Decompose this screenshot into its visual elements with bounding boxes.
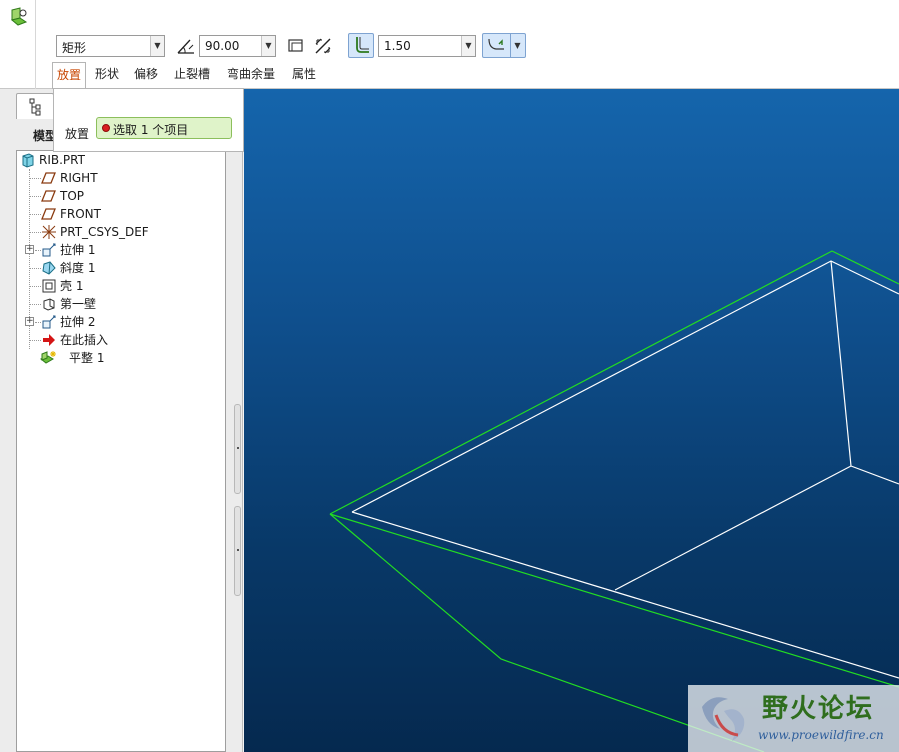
shell-icon	[42, 279, 56, 293]
tree-item-label: 拉伸 1	[60, 243, 96, 257]
tree-item-label: FRONT	[60, 207, 101, 221]
datum-plane-icon	[41, 208, 56, 220]
model-tree-icon	[29, 98, 41, 116]
tab-shape[interactable]: 形状	[91, 62, 123, 87]
chevron-down-icon[interactable]: ▼	[461, 36, 475, 56]
extrude-icon	[42, 315, 56, 329]
tree-item-draft-1[interactable]: 斜度 1	[17, 259, 225, 277]
tree-item-label: 在此插入	[60, 333, 109, 347]
radius-side-button[interactable]	[483, 34, 511, 57]
extrude-icon	[42, 243, 56, 257]
forum-watermark: 野火论坛 www.proewildfire.cn	[688, 685, 899, 752]
model-tree: RIB.PRT RIGHT TOP FRONT PRT_CSYS_DEF + 拉…	[16, 150, 226, 752]
feature-dashboard: 矩形 ▼ 90.00 ▼ 1.50 ▼ ▼ 放置 形状 偏移 止裂槽 弯曲余量 …	[0, 0, 899, 89]
tree-connector	[29, 304, 41, 305]
tree-connector	[29, 178, 41, 179]
bend-radius-side-dropdown[interactable]: ▼	[482, 33, 526, 58]
tree-item-top[interactable]: TOP	[17, 187, 225, 205]
expand-toggle-icon[interactable]: +	[25, 317, 34, 326]
model-tree-tab[interactable]	[16, 93, 54, 119]
tab-relief[interactable]: 止裂槽	[170, 62, 214, 87]
green-edge	[329, 513, 899, 688]
bend-radius-value: 1.50	[384, 39, 411, 53]
green-edge	[329, 250, 899, 515]
part-icon	[22, 153, 34, 168]
tree-item-rib-prt[interactable]: RIB.PRT	[17, 151, 225, 169]
tree-item-label: 斜度 1	[60, 261, 96, 275]
tree-connector	[29, 268, 41, 269]
draft-icon	[42, 261, 56, 275]
flat-wall-icon	[40, 351, 56, 364]
white-edge	[830, 260, 899, 485]
forum-logo-icon	[702, 697, 745, 741]
tab-bend-allowance[interactable]: 弯曲余量	[223, 62, 279, 87]
model-tree-panel: 模型 RIB.PRT RIGHT TOP FRONT PRT_CSYS_DEF …	[0, 89, 243, 752]
tree-item-first-wall[interactable]: 第一壁	[17, 295, 225, 313]
white-edge	[351, 260, 899, 513]
inner-radius-icon	[488, 38, 504, 50]
splitter-grip-icon[interactable]	[234, 506, 241, 596]
white-edge	[351, 511, 899, 679]
tab-placement[interactable]: 放置	[52, 62, 87, 89]
flat-wall-feature-icon	[10, 7, 28, 26]
insert-here-arrow-icon	[43, 334, 55, 346]
tree-item-label: 拉伸 2	[60, 315, 96, 329]
tree-item-insert-here[interactable]: 在此插入	[17, 331, 225, 349]
placement-collector[interactable]: 选取 1 个项目	[96, 117, 232, 139]
tree-connector	[29, 340, 41, 341]
bend-radius-field[interactable]: 1.50 ▼	[378, 35, 476, 57]
bend-angle-field[interactable]: 90.00 ▼	[199, 35, 276, 57]
placement-label: 放置	[65, 127, 90, 141]
tree-item-extrude-1[interactable]: + 拉伸 1	[17, 241, 225, 259]
expand-toggle-icon[interactable]: +	[25, 245, 34, 254]
wall-shape-dropdown[interactable]: 矩形 ▼	[56, 35, 165, 57]
tab-properties[interactable]: 属性	[288, 62, 320, 87]
tree-connector	[29, 286, 41, 287]
wall-thickness-side-icon[interactable]	[287, 37, 305, 55]
tree-item-front[interactable]: FRONT	[17, 205, 225, 223]
tree-connector	[29, 196, 41, 197]
tree-item-extrude-2[interactable]: + 拉伸 2	[17, 313, 225, 331]
tab-offset[interactable]: 偏移	[130, 62, 162, 87]
flip-direction-icon[interactable]	[313, 36, 333, 56]
tree-item-label: 第一壁	[60, 297, 97, 311]
chevron-down-icon[interactable]: ▼	[510, 34, 525, 57]
model-wireframe	[329, 250, 899, 752]
tree-item-label: 壳 1	[60, 279, 84, 293]
dashboard-feature-strip	[0, 0, 36, 89]
first-wall-icon	[43, 298, 55, 311]
datum-plane-icon	[41, 190, 56, 202]
csys-icon	[42, 225, 56, 239]
graphics-window[interactable]	[244, 89, 899, 752]
bend-radius-icon	[356, 37, 369, 53]
panel-splitter[interactable]	[233, 149, 242, 752]
bend-angle-icon	[177, 39, 194, 54]
white-edge	[614, 465, 852, 591]
chevron-down-icon[interactable]: ▼	[150, 36, 164, 56]
add-bend-toggle[interactable]	[348, 33, 374, 58]
tree-item-label: RIB.PRT	[39, 153, 85, 167]
tree-item-shell-1[interactable]: 壳 1	[17, 277, 225, 295]
tree-connector	[29, 214, 41, 215]
placement-collector-text: 选取 1 个项目	[113, 123, 189, 137]
tree-item-label: TOP	[60, 189, 85, 203]
wall-shape-value: 矩形	[62, 41, 87, 55]
placement-panel: 放置 选取 1 个项目	[53, 88, 244, 152]
tree-item-right[interactable]: RIGHT	[17, 169, 225, 187]
tree-item-label: PRT_CSYS_DEF	[60, 225, 149, 239]
chevron-down-icon[interactable]: ▼	[261, 36, 275, 56]
selection-status-icon	[102, 124, 110, 132]
tree-item-label: 平整 1	[69, 351, 105, 365]
tree-item-csys[interactable]: PRT_CSYS_DEF	[17, 223, 225, 241]
splitter-grip-icon[interactable]	[234, 404, 241, 494]
watermark-title: 野火论坛	[762, 694, 875, 724]
bend-angle-value: 90.00	[205, 39, 240, 53]
tree-connector	[29, 232, 41, 233]
tree-item-label: RIGHT	[60, 171, 98, 185]
datum-plane-icon	[41, 172, 56, 184]
watermark-url: www.proewildfire.cn	[758, 728, 884, 742]
tree-item-flat-1[interactable]: 平整 1	[17, 349, 225, 367]
